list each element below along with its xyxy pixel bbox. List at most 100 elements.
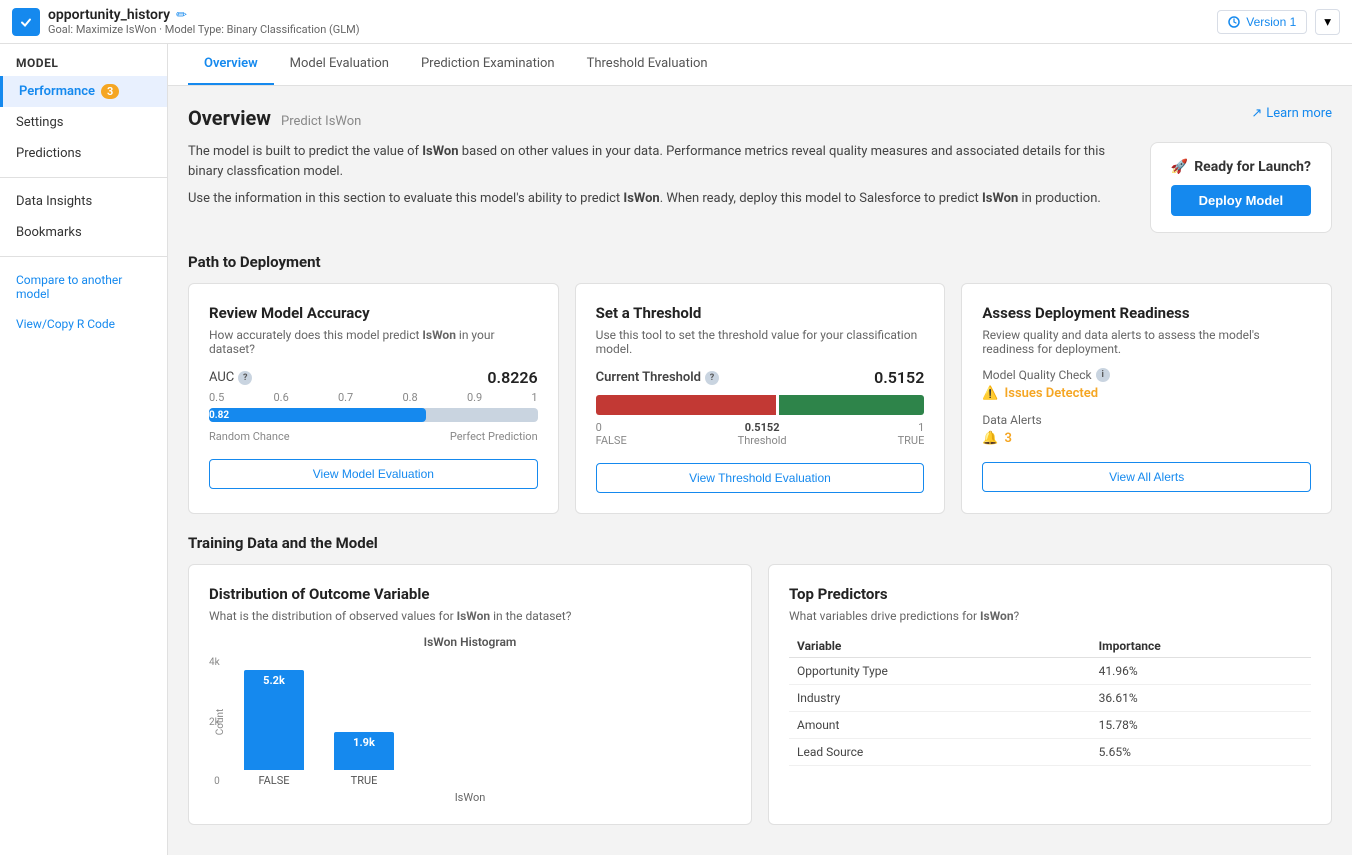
learn-more-label: Learn more <box>1266 106 1332 121</box>
sidebar-divider-2 <box>0 256 167 257</box>
histogram-title: IsWon Histogram <box>209 635 731 649</box>
view-all-alerts-button[interactable]: View All Alerts <box>982 462 1311 492</box>
sidebar-item-data-insights[interactable]: Data Insights <box>0 186 167 217</box>
auc-bar-fill: 0.82 <box>209 408 426 422</box>
set-threshold-title: Set a Threshold <box>596 304 925 322</box>
predictor-imp-0: 41.96% <box>1091 658 1311 685</box>
training-data-title: Training Data and the Model <box>188 534 1332 552</box>
threshold-label: Current Threshold ? <box>596 370 719 385</box>
top-predictors-description: What variables drive predictions for IsW… <box>789 609 1311 623</box>
issues-detected: ⚠️ Issues Detected <box>982 386 1311 401</box>
hist-bar-false-fill: 5.2k <box>244 670 304 770</box>
tab-prediction-examination[interactable]: Prediction Examination <box>405 44 571 85</box>
deploy-model-button[interactable]: Deploy Model <box>1171 185 1311 216</box>
hist-bar-false-label: 5.2k <box>263 674 285 687</box>
hist-bar-false-xlabel: FALSE <box>258 774 289 787</box>
auc-legend: Random Chance Perfect Prediction <box>209 430 538 443</box>
predictor-imp-2: 15.78% <box>1091 712 1311 739</box>
sidebar-divider-1 <box>0 177 167 178</box>
threshold-row: Current Threshold ? 0.5152 <box>596 368 925 387</box>
review-accuracy-title: Review Model Accuracy <box>209 304 538 322</box>
sidebar-item-bookmarks[interactable]: Bookmarks <box>0 217 167 248</box>
overview-subtitle: Predict IsWon <box>281 114 361 129</box>
y-axis-title: Count <box>215 709 226 736</box>
predictor-row-0: Opportunity Type 41.96% <box>789 658 1311 685</box>
auc-label-text: AUC <box>209 370 234 385</box>
top-bar: opportunity_history ✏ Goal: Maximize IsW… <box>0 0 1352 44</box>
sidebar-item-performance[interactable]: Performance 3 <box>0 76 167 107</box>
threshold-right-bottom: TRUE <box>898 434 925 447</box>
launch-title-text: Ready for Launch? <box>1194 159 1311 175</box>
auc-bar: 0.82 <box>209 408 538 422</box>
warning-icon: ⚠️ <box>982 386 998 401</box>
main-layout: Model Performance 3 Settings Predictions… <box>0 44 1352 855</box>
review-accuracy-description: How accurately does this model predict I… <box>209 328 538 356</box>
sidebar-item-settings[interactable]: Settings <box>0 107 167 138</box>
version-button[interactable]: Version 1 <box>1217 10 1307 34</box>
predictor-var-1: Industry <box>789 685 1091 712</box>
threshold-right-labels: 1 TRUE <box>898 421 925 447</box>
hist-bar-false: 5.2k FALSE <box>244 670 304 787</box>
edit-icon[interactable]: ✏ <box>176 8 187 23</box>
compare-model-link[interactable]: Compare to another model <box>0 265 167 309</box>
threshold-bar <box>596 395 925 415</box>
view-threshold-evaluation-button[interactable]: View Threshold Evaluation <box>596 463 925 493</box>
data-alerts-label: Data Alerts <box>982 413 1311 427</box>
version-dropdown-button[interactable]: ▾ <box>1315 9 1340 35</box>
tab-overview[interactable]: Overview <box>188 44 274 85</box>
app-title: opportunity_history <box>48 7 170 23</box>
predictor-imp-3: 5.65% <box>1091 739 1311 766</box>
overview-desc-2: Use the information in this section to e… <box>188 189 1130 209</box>
predictors-table: Variable Importance Opportunity Type 41.… <box>789 635 1311 766</box>
overview-desc-1: The model is built to predict the value … <box>188 142 1130 181</box>
content-area: Overview Model Evaluation Prediction Exa… <box>168 44 1352 855</box>
overview-left: Overview Predict IsWon <box>188 106 361 130</box>
rocket-icon: 🚀 <box>1171 159 1188 175</box>
view-r-code-link[interactable]: View/Copy R Code <box>0 309 167 339</box>
launch-title: 🚀 Ready for Launch? <box>1171 159 1311 175</box>
sidebar: Model Performance 3 Settings Predictions… <box>0 44 168 855</box>
quality-check-text: Model Quality Check <box>982 368 1091 382</box>
auc-info-icon[interactable]: ? <box>238 371 252 385</box>
histogram-area: 4k 2k 0 Count 5.2k FALSE <box>209 657 731 787</box>
histogram-x-title: IsWon <box>209 791 731 804</box>
hist-bar-true-label: 1.9k <box>353 736 375 749</box>
title-group: opportunity_history ✏ Goal: Maximize IsW… <box>48 7 360 36</box>
issues-label: Issues Detected <box>1005 386 1099 401</box>
learn-more-link[interactable]: ↗ Learn more <box>1251 106 1332 121</box>
quality-info-icon[interactable]: i <box>1096 368 1110 382</box>
threshold-info-icon[interactable]: ? <box>705 371 719 385</box>
distribution-description: What is the distribution of observed val… <box>209 609 731 623</box>
view-model-evaluation-button[interactable]: View Model Evaluation <box>209 459 538 489</box>
overview-title: Overview <box>188 106 271 130</box>
threshold-center-labels: 0.5152 Threshold <box>738 421 787 447</box>
auc-row: AUC ? 0.8226 <box>209 368 538 387</box>
sidebar-item-predictions[interactable]: Predictions <box>0 138 167 169</box>
threshold-left-labels: 0 FALSE <box>596 421 627 447</box>
deployment-readiness-title: Assess Deployment Readiness <box>982 304 1311 322</box>
app-icon <box>12 8 40 36</box>
tab-threshold-evaluation[interactable]: Threshold Evaluation <box>571 44 724 85</box>
top-predictors-title: Top Predictors <box>789 585 1311 603</box>
threshold-center-value: 0.5152 <box>738 421 787 434</box>
col-variable: Variable <box>789 635 1091 658</box>
app-subtitle: Goal: Maximize IsWon · Model Type: Binar… <box>48 23 360 36</box>
threshold-left-top: 0 <box>596 421 627 434</box>
alerts-count-value: 3 <box>1005 431 1012 446</box>
threshold-right-top: 1 <box>898 421 925 434</box>
page-content: Overview Predict IsWon ↗ Learn more The … <box>168 86 1352 845</box>
auc-legend-left: Random Chance <box>209 430 290 443</box>
overview-title-row: Overview Predict IsWon <box>188 106 361 130</box>
overview-content-row: The model is built to predict the value … <box>188 142 1332 233</box>
set-threshold-card: Set a Threshold Use this tool to set the… <box>575 283 946 514</box>
tab-model-evaluation[interactable]: Model Evaluation <box>274 44 405 85</box>
threshold-labels-row: 0 FALSE 0.5152 Threshold 1 TRUE <box>596 421 925 447</box>
predictor-var-3: Lead Source <box>789 739 1091 766</box>
hist-bar-true-fill: 1.9k <box>334 732 394 770</box>
threshold-value: 0.5152 <box>874 368 924 387</box>
auc-value: 0.8226 <box>487 368 537 387</box>
top-bar-left: opportunity_history ✏ Goal: Maximize IsW… <box>12 7 360 36</box>
version-controls: Version 1 ▾ <box>1217 9 1340 35</box>
predictor-row-1: Industry 36.61% <box>789 685 1311 712</box>
sidebar-item-performance-label: Performance <box>19 84 95 99</box>
